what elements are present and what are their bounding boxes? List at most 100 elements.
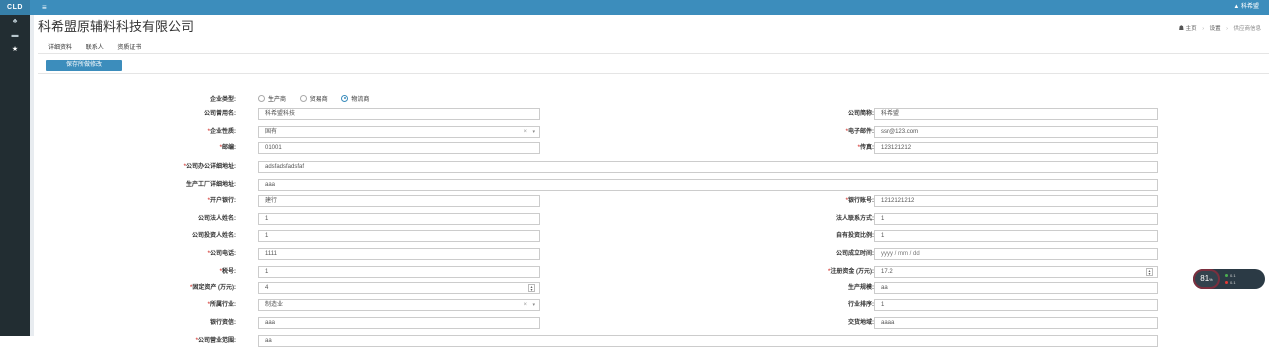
radio-trader[interactable]: 贸易商 (299, 94, 328, 106)
label-enterprise-nature: *企业性质: (207, 129, 236, 135)
stepper-icon[interactable]: ▴ ▾ (1146, 268, 1153, 276)
label-legal-person: 公司法人姓名: (198, 216, 236, 222)
chevron-down-icon[interactable]: ▾ (532, 300, 535, 310)
industry-select[interactable]: 制造业 × ▾ (258, 299, 540, 311)
label-fixed-assets: *固定资产 (万元): (189, 285, 236, 291)
menu-toggle-icon[interactable]: ≡ (42, 3, 47, 12)
own-investment-input[interactable]: 1 (874, 230, 1158, 242)
label-fax: *传真: (857, 145, 874, 151)
user-menu[interactable]: ▲ 科希盟 (1233, 3, 1259, 12)
label-investor-name: 公司投资人姓名: (192, 233, 236, 239)
top-navbar: CLD ≡ ▲ 科希盟 (0, 0, 1269, 15)
sidebar: ♣ ▬ ★ (0, 15, 30, 336)
form-row: *企业性质: 国有 × ▾ *电子邮件: ssr@123.com (38, 126, 1269, 138)
stepper-icon[interactable]: ▴ ▾ (528, 284, 535, 292)
club-icon[interactable]: ♣ (0, 15, 30, 29)
label-office-address: *公司办公详细地址: (183, 164, 236, 170)
upload-rate: 0.1 (1225, 273, 1236, 278)
bank-credit-input[interactable]: aaa (258, 317, 540, 329)
form-row: *公司办公详细地址: adsfadsfadsfaf (38, 161, 1269, 173)
form-row: *固定资产 (万元): 4 ▴ ▾ 生产规模: aa (38, 282, 1269, 294)
founded-date-input[interactable]: yyyy / mm / dd (874, 248, 1158, 260)
legal-contact-input[interactable]: 1 (874, 213, 1158, 225)
form-row: 银行资信: aaa 交货地域: aaaa (38, 317, 1269, 329)
label-postcode: *邮编: (219, 145, 236, 151)
industry-rank-input[interactable]: 1 (874, 299, 1158, 311)
tax-no-input[interactable]: 1 (258, 266, 540, 278)
breadcrumb-settings[interactable]: 设置 (1210, 26, 1221, 32)
label-bank-account: *银行账号: (845, 198, 874, 204)
label-legal-contact: 法人联系方式: (836, 216, 874, 222)
company-phone-input[interactable]: 1111 (258, 248, 540, 260)
label-bank-credit: 银行资信: (210, 320, 236, 326)
cpu-gauge: 81% (1193, 269, 1220, 289)
form-row: *所属行业: 制造业 × ▾ 行业排序: 1 (38, 299, 1269, 311)
save-button[interactable]: 保存所做修改 (46, 60, 122, 71)
form-row: *公司营业范围: aa (38, 335, 1269, 347)
download-rate: 0.1 (1225, 280, 1236, 285)
label-company-phone: *公司电话: (207, 251, 236, 257)
form-row: 生产工厂详细地址: aaa (38, 179, 1269, 191)
enterprise-type-radio-group: 生产商 贸易商 物流商 (258, 94, 381, 106)
fixed-assets-input[interactable]: 4 ▴ ▾ (258, 282, 540, 294)
star-icon[interactable]: ★ (0, 43, 30, 57)
label-business-scope: *公司营业范围: (195, 338, 236, 344)
chevron-down-icon[interactable]: ▾ (532, 127, 535, 137)
form-row: 公司投资人姓名: 1 自有投资比例: 1 (38, 230, 1269, 242)
label-factory-address: 生产工厂详细地址: (186, 182, 236, 188)
breadcrumb: ☗ 主页 › 设置 › 供应商信息 (1179, 24, 1261, 32)
email-input[interactable]: ssr@123.com (874, 126, 1158, 138)
radio-producer[interactable]: 生产商 (258, 94, 286, 106)
form-row: *税号: 1 *注册资金 (万元): 17.2 ▴ ▾ (38, 266, 1269, 278)
label-registered-capital: *注册资金 (万元): (827, 269, 874, 275)
company-short-name-input[interactable]: 科希盟 (874, 108, 1158, 120)
form-row-enterprise-type: 企业类型: 生产商 贸易商 物流商 (38, 94, 1269, 106)
fax-input[interactable]: 123121212 (874, 142, 1158, 154)
label-tax-no: *税号: (219, 269, 236, 275)
clear-icon[interactable]: × (523, 127, 527, 137)
factory-address-input[interactable]: aaa (258, 179, 1158, 191)
tab-certificates[interactable]: 资质证书 (117, 42, 141, 53)
label-email: *电子邮件: (845, 129, 874, 135)
label-founded-date: 公司成立时间: (836, 251, 874, 257)
form-row: 公司曾用名: 科希盟科技 公司简称: 科希盟 (38, 108, 1269, 120)
label-industry-rank: 行业排序: (848, 302, 874, 308)
business-scope-input[interactable]: aa (258, 335, 1158, 347)
bank-account-input[interactable]: 1212121212 (874, 195, 1158, 207)
label-company-former-name: 公司曾用名: (204, 111, 236, 117)
label-bank: *开户银行: (207, 198, 236, 204)
label-enterprise-type: 企业类型: (210, 97, 236, 103)
tab-bar: 详细资料 联系人 资质证书 (48, 42, 153, 54)
form-row: *邮编: 01001 *传真: 123121212 (38, 142, 1269, 154)
legal-person-input[interactable]: 1 (258, 213, 540, 225)
label-industry: *所属行业: (207, 302, 236, 308)
office-address-input[interactable]: adsfadsfadsfaf (258, 161, 1158, 173)
company-former-name-input[interactable]: 科希盟科技 (258, 108, 540, 120)
investor-name-input[interactable]: 1 (258, 230, 540, 242)
postcode-input[interactable]: 01001 (258, 142, 540, 154)
performance-widget[interactable]: 81% 0.1 0.1 (1193, 269, 1265, 289)
radio-logistics[interactable]: 物流商 (341, 94, 369, 106)
bank-input[interactable]: 建行 (258, 195, 540, 207)
main-content: 科希盟原辅料科技有限公司 ☗ 主页 › 设置 › 供应商信息 详细资料 联系人 … (30, 15, 1269, 347)
supplier-form: 企业类型: 生产商 贸易商 物流商 公司曾用名: 科希盟科技 公司简称: 科希盟… (38, 73, 1269, 347)
registered-capital-input[interactable]: 17.2 ▴ ▾ (874, 266, 1158, 278)
home-icon: ☗ (1178, 26, 1185, 32)
list-icon[interactable]: ▬ (0, 29, 30, 43)
page-title: 科希盟原辅料科技有限公司 (38, 19, 195, 34)
enterprise-nature-select[interactable]: 国有 × ▾ (258, 126, 540, 138)
breadcrumb-current: 供应商信息 (1233, 26, 1261, 32)
label-production-scale: 生产规模: (848, 285, 874, 291)
form-row: *开户银行: 建行 *银行账号: 1212121212 (38, 195, 1269, 207)
tab-divider (38, 53, 1269, 54)
label-company-short-name: 公司简称: (848, 111, 874, 117)
label-delivery-area: 交货地域: (848, 320, 874, 326)
label-own-investment: 自有投资比例: (836, 233, 874, 239)
breadcrumb-home[interactable]: 主页 (1186, 26, 1197, 32)
delivery-area-input[interactable]: aaaa (874, 317, 1158, 329)
brand-logo[interactable]: CLD (0, 0, 30, 15)
form-row: *公司电话: 1111 公司成立时间: yyyy / mm / dd (38, 248, 1269, 260)
production-scale-input[interactable]: aa (874, 282, 1158, 294)
clear-icon[interactable]: × (523, 300, 527, 310)
tab-contacts[interactable]: 联系人 (86, 42, 104, 53)
